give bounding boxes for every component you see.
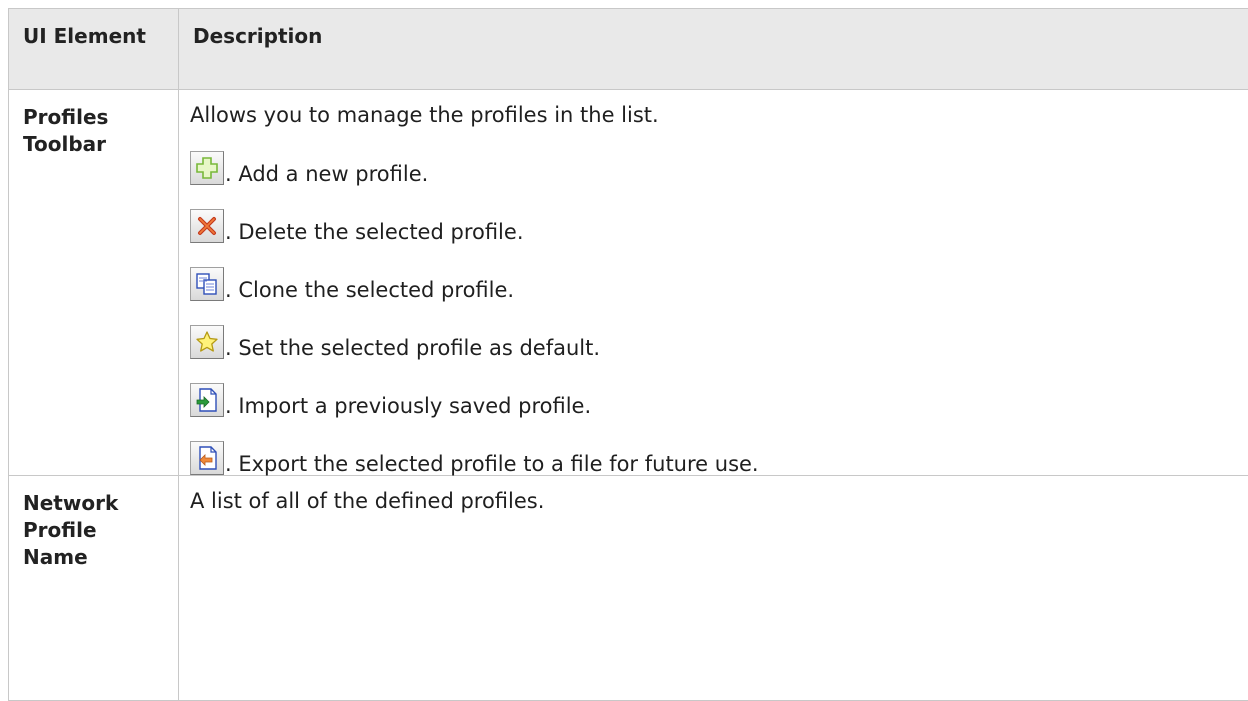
tool-text: . Set the selected profile as default. bbox=[225, 337, 600, 359]
tool-text: . Delete the selected profile. bbox=[225, 221, 524, 243]
import-profile-icon[interactable] bbox=[190, 383, 224, 417]
tool-line-clone: . Clone the selected profile. bbox=[190, 243, 1238, 301]
tool-text: . Export the selected profile to a file … bbox=[225, 453, 759, 475]
table-row: Network Profile Name A list of all of th… bbox=[9, 476, 1248, 701]
table-header-row: UI Element Description bbox=[9, 9, 1248, 90]
row-term-profiles-toolbar: Profiles Toolbar bbox=[9, 90, 179, 476]
tool-text: . Add a new profile. bbox=[225, 163, 428, 185]
description-intro: A list of all of the defined profiles. bbox=[190, 489, 1238, 513]
tool-text: . Import a previously saved profile. bbox=[225, 395, 591, 417]
header-description: Description bbox=[179, 9, 1248, 90]
tool-line-export: . Export the selected profile to a file … bbox=[190, 417, 1238, 475]
delete-profile-icon[interactable] bbox=[190, 209, 224, 243]
clone-profile-icon[interactable] bbox=[190, 267, 224, 301]
tool-line-delete: . Delete the selected profile. bbox=[190, 185, 1238, 243]
row-description: Allows you to manage the profiles in the… bbox=[179, 90, 1248, 476]
description-intro: Allows you to manage the profiles in the… bbox=[190, 103, 1238, 127]
tool-text: . Clone the selected profile. bbox=[225, 279, 514, 301]
ui-elements-table: UI Element Description Profiles Toolbar … bbox=[8, 8, 1248, 701]
set-default-star-icon[interactable] bbox=[190, 325, 224, 359]
tool-line-import: . Import a previously saved profile. bbox=[190, 359, 1238, 417]
tool-line-add: . Add a new profile. bbox=[190, 131, 1238, 185]
add-profile-icon[interactable] bbox=[190, 151, 224, 185]
row-description: A list of all of the defined profiles. bbox=[179, 476, 1248, 701]
row-term-network-profile-name: Network Profile Name bbox=[9, 476, 179, 701]
table-row: Profiles Toolbar Allows you to manage th… bbox=[9, 90, 1248, 476]
header-ui-element: UI Element bbox=[9, 9, 179, 90]
tool-line-set-default: . Set the selected profile as default. bbox=[190, 301, 1238, 359]
export-profile-icon[interactable] bbox=[190, 441, 224, 475]
